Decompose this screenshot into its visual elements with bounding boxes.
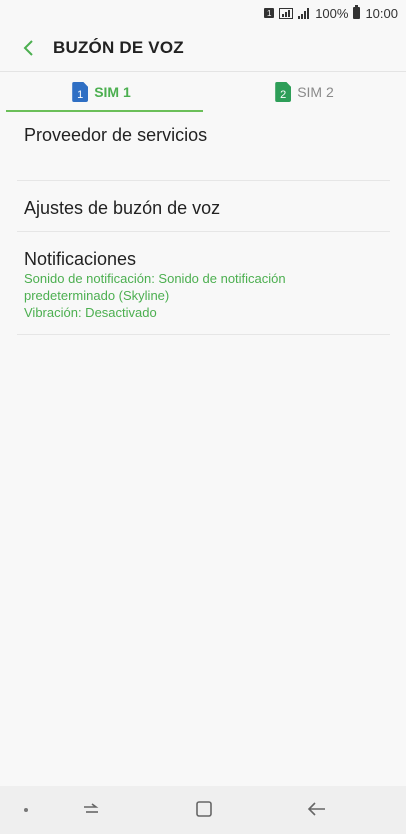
dot-icon[interactable] xyxy=(24,808,28,812)
service-provider-label: Proveedor de servicios xyxy=(24,125,208,145)
status-bar: 1 100% 10:00 xyxy=(0,0,406,26)
signal-bars-icon xyxy=(298,7,310,19)
sim-card-icon: 1 xyxy=(72,82,89,102)
settings-list: Proveedor de servicios Ajustes de buzón … xyxy=(0,112,406,335)
navigation-bar xyxy=(0,786,406,834)
back-button[interactable] xyxy=(13,33,43,63)
app-bar: BUZÓN DE VOZ xyxy=(0,28,406,68)
voicemail-settings-label: Ajustes de buzón de voz xyxy=(24,198,221,218)
sim-tabs: 1 SIM 1 2 SIM 2 xyxy=(0,71,406,112)
battery-icon xyxy=(353,5,361,19)
service-provider-item[interactable]: Proveedor de servicios xyxy=(17,112,390,181)
notifications-item[interactable]: Notificaciones Sonido de notificación: S… xyxy=(17,232,390,335)
back-icon[interactable] xyxy=(307,799,327,819)
sim-1-badge: 1 xyxy=(77,89,84,101)
sim-indicator: 1 xyxy=(264,8,275,18)
notifications-label: Notificaciones xyxy=(24,249,137,269)
vibration-status: Vibración: Desactivado xyxy=(24,305,157,320)
battery-percent: 100% xyxy=(315,5,349,21)
voicemail-settings-item[interactable]: Ajustes de buzón de voz xyxy=(17,181,390,232)
screen: 1 100% 10:00 BUZÓN DE VOZ 1 SIM 1 2 SIM … xyxy=(0,0,406,834)
tab-sim-1[interactable]: 1 SIM 1 xyxy=(0,72,203,112)
clock: 10:00 xyxy=(365,5,398,21)
chevron-left-icon xyxy=(23,40,33,56)
tab-sim-2[interactable]: 2 SIM 2 xyxy=(203,72,406,112)
notification-sound-line1: Sonido de notificación: Sonido de notifi… xyxy=(24,271,286,286)
sim-card-icon: 2 xyxy=(275,82,292,102)
home-icon[interactable] xyxy=(195,800,213,818)
recents-icon[interactable] xyxy=(81,799,101,819)
page-title: BUZÓN DE VOZ xyxy=(53,38,184,57)
tab-sim-2-label: SIM 2 xyxy=(297,84,334,100)
sim-2-badge: 2 xyxy=(280,89,287,101)
notification-sound-line2: predeterminado (Skyline) xyxy=(24,288,170,303)
sim-1-icon: 1 xyxy=(264,8,275,18)
signal-icon xyxy=(279,7,294,19)
tab-sim-1-label: SIM 1 xyxy=(94,84,131,100)
